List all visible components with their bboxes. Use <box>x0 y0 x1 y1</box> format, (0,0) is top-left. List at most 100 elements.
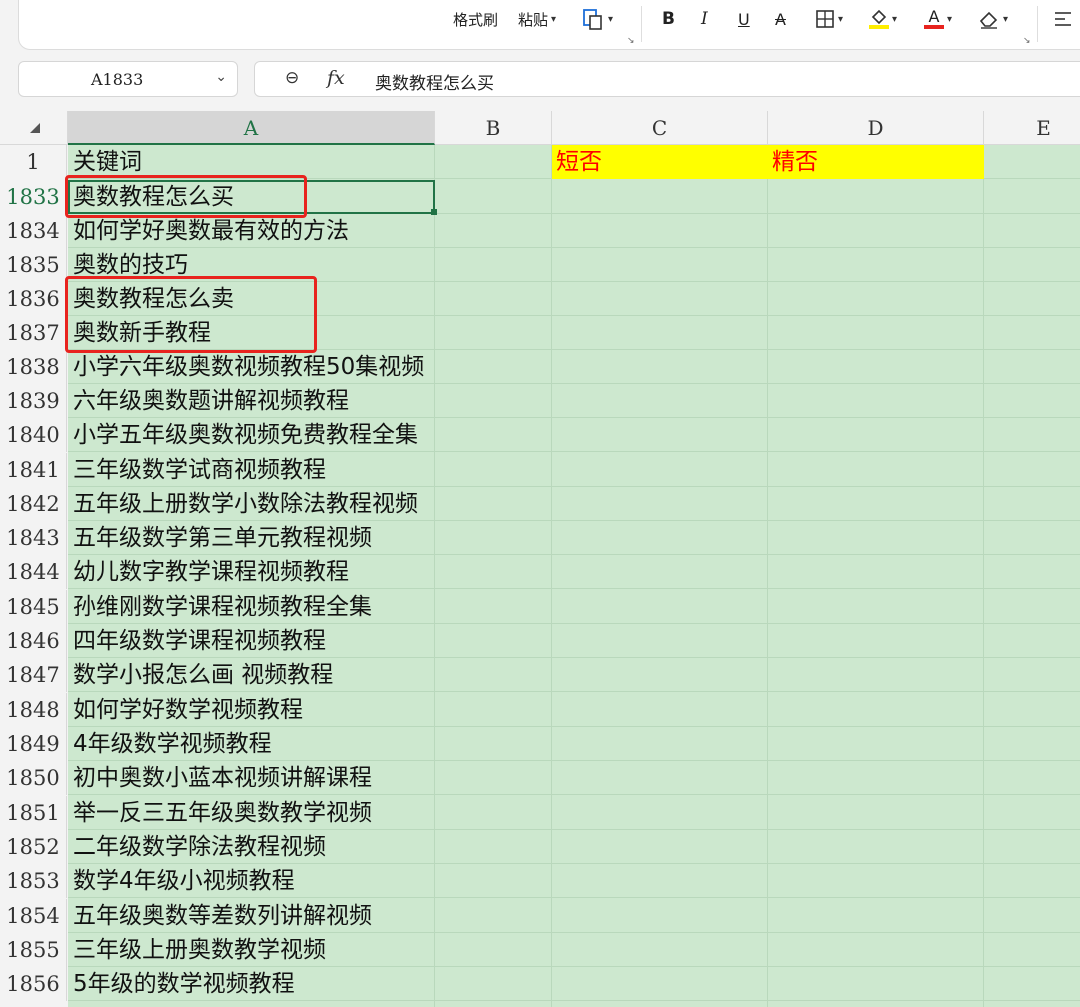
borders-icon <box>816 10 834 28</box>
cell-a1[interactable]: 关键词 <box>73 145 142 179</box>
row-number[interactable]: 1839 <box>0 384 67 418</box>
chevron-down-icon[interactable]: ⌄ <box>215 69 227 85</box>
table-row: 1 关键词 短否 精否 <box>0 145 1080 179</box>
cell-a[interactable]: 初中奥数小蓝本视频讲解课程 <box>73 761 372 795</box>
formula-content[interactable]: 奥数教程怎么买 <box>375 69 494 94</box>
fill-color-button[interactable]: ▾ <box>869 6 897 32</box>
chevron-down-icon: ▾ <box>892 13 898 25</box>
table-row: 1843 五年级数学第三单元教程视频 <box>0 521 1080 555</box>
cell-a[interactable]: 奥数的技巧 <box>73 248 188 282</box>
format-painter-button[interactable]: 格式刷 <box>453 6 498 32</box>
dialog-launcher-icon[interactable]: ↘ <box>1023 36 1031 46</box>
cell-a[interactable]: 奥数新手教程 <box>73 316 211 350</box>
cell-a[interactable]: 五年级上册数学小数除法教程视频 <box>73 487 418 521</box>
row-number[interactable]: 1850 <box>0 761 67 795</box>
row-number[interactable]: 1838 <box>0 350 67 384</box>
table-row: 1835 奥数的技巧 <box>0 248 1080 282</box>
align-left-icon <box>1055 12 1071 26</box>
name-box[interactable]: A1833 ⌄ <box>18 61 238 97</box>
cell-a[interactable]: 数学4年级小视频教程 <box>73 864 295 898</box>
font-color-button[interactable]: A ▾ <box>924 6 952 32</box>
cell-a[interactable]: 三年级数学试商视频教程 <box>73 453 326 487</box>
row-number[interactable]: 1836 <box>0 282 67 316</box>
underline-icon: U <box>738 9 750 29</box>
cell-a[interactable]: 举一反三五年级奥数教学视频 <box>73 796 372 830</box>
cell-a[interactable]: 幼儿数字教学课程视频教程 <box>73 555 349 589</box>
row-number[interactable]: 1855 <box>0 933 67 967</box>
column-header-a[interactable]: A <box>68 111 435 145</box>
align-button[interactable] <box>1053 6 1073 32</box>
table-row: 1842 五年级上册数学小数除法教程视频 <box>0 487 1080 521</box>
column-header-b[interactable]: B <box>435 111 552 145</box>
cell-a[interactable]: 如何学好奥数最有效的方法 <box>73 214 349 248</box>
bold-button[interactable]: B <box>662 6 675 32</box>
column-header-d[interactable]: D <box>768 111 984 145</box>
cell-a[interactable]: 奥数教程怎么买 <box>73 180 234 214</box>
cell-a[interactable]: 六年级奥数题讲解视频教程 <box>73 384 349 418</box>
table-row: 1850 初中奥数小蓝本视频讲解课程 <box>0 761 1080 795</box>
row-number[interactable]: 1841 <box>0 453 67 487</box>
column-header-e[interactable]: E <box>984 111 1080 145</box>
eraser-icon <box>979 11 998 29</box>
row-number[interactable]: 1843 <box>0 521 67 555</box>
row-number[interactable]: 1846 <box>0 624 67 658</box>
row-number[interactable]: 1835 <box>0 248 67 282</box>
zoom-search-icon[interactable]: ⊖ <box>285 68 299 88</box>
strikethrough-button[interactable]: A <box>775 6 786 32</box>
cell-a[interactable]: 4年级数学视频教程 <box>73 727 272 761</box>
row-number[interactable]: 1840 <box>0 418 67 452</box>
formula-bar[interactable]: ⊖ fx 奥数教程怎么买 <box>254 61 1080 97</box>
table-row: 1839 六年级奥数题讲解视频教程 <box>0 384 1080 418</box>
cell-a[interactable]: 小学五年级奥数视频免费教程全集 <box>73 418 418 452</box>
table-row: 1845 孙维刚数学课程视频教程全集 <box>0 590 1080 624</box>
table-row: 1836 奥数教程怎么卖 <box>0 282 1080 316</box>
row-number[interactable]: 1853 <box>0 864 67 898</box>
row-number[interactable]: 1847 <box>0 658 67 692</box>
row-number[interactable]: 1833 <box>0 180 67 214</box>
dialog-launcher-icon[interactable]: ↘ <box>627 36 635 46</box>
insert-function-button[interactable]: fx <box>327 67 345 89</box>
italic-button[interactable]: I <box>701 6 708 32</box>
cell-a[interactable]: 如何学好数学视频教程 <box>73 693 303 727</box>
cell-a[interactable]: 数学小报怎么画 视频教程 <box>73 658 333 692</box>
paste-options-button[interactable]: ▾ <box>581 6 613 32</box>
row-number[interactable]: 1845 <box>0 590 67 624</box>
cell-a[interactable]: 三年级上册奥数教学视频 <box>73 933 326 967</box>
select-all-icon <box>30 123 40 133</box>
row-number[interactable]: 1856 <box>0 967 67 1001</box>
cell-d1[interactable]: 精否 <box>768 145 984 179</box>
row-number[interactable]: 1848 <box>0 693 67 727</box>
table-row: 1851 举一反三五年级奥数教学视频 <box>0 796 1080 830</box>
cell-a[interactable]: 四年级数学课程视频教程 <box>73 624 326 658</box>
cell-a[interactable]: 五年级数学第三单元教程视频 <box>73 521 372 555</box>
cell-a[interactable]: 二年级数学除法教程视频 <box>73 830 326 864</box>
fill-handle[interactable] <box>431 209 437 215</box>
row-number[interactable]: 1844 <box>0 555 67 589</box>
cell-a[interactable]: 奥数教程怎么卖 <box>73 282 234 316</box>
cell-a[interactable]: 5年级的数学视频教程 <box>73 967 295 1001</box>
row-number[interactable]: 1852 <box>0 830 67 864</box>
cell-a[interactable]: 孙维刚数学课程视频教程全集 <box>73 590 372 624</box>
row-number[interactable]: 1854 <box>0 899 67 933</box>
select-all-button[interactable] <box>0 111 68 145</box>
row-number[interactable]: 1842 <box>0 487 67 521</box>
font-color-icon: A <box>924 9 944 29</box>
table-row: 1853 数学4年级小视频教程 <box>0 864 1080 898</box>
chevron-down-icon: ▾ <box>551 13 557 25</box>
cell-a[interactable]: 小学六年级奥数视频教程50集视频 <box>73 350 424 384</box>
table-row: 1834 如何学好奥数最有效的方法 <box>0 214 1080 248</box>
paste-button[interactable]: 粘贴 ▾ <box>518 6 556 32</box>
row-number[interactable]: 1849 <box>0 727 67 761</box>
table-row: 1854 五年级奥数等差数列讲解视频 <box>0 899 1080 933</box>
row-number[interactable]: 1837 <box>0 316 67 350</box>
borders-button[interactable]: ▾ <box>815 6 843 32</box>
chevron-down-icon: ▾ <box>1003 13 1009 25</box>
cell-c1[interactable]: 短否 <box>552 145 768 179</box>
row-number[interactable]: 1834 <box>0 214 67 248</box>
row-number[interactable]: 1 <box>0 145 67 179</box>
clear-format-button[interactable]: ▾ <box>978 6 1008 32</box>
cell-a[interactable]: 五年级奥数等差数列讲解视频 <box>73 899 372 933</box>
column-header-c[interactable]: C <box>552 111 768 145</box>
row-number[interactable]: 1851 <box>0 796 67 830</box>
underline-button[interactable]: U <box>738 6 750 32</box>
